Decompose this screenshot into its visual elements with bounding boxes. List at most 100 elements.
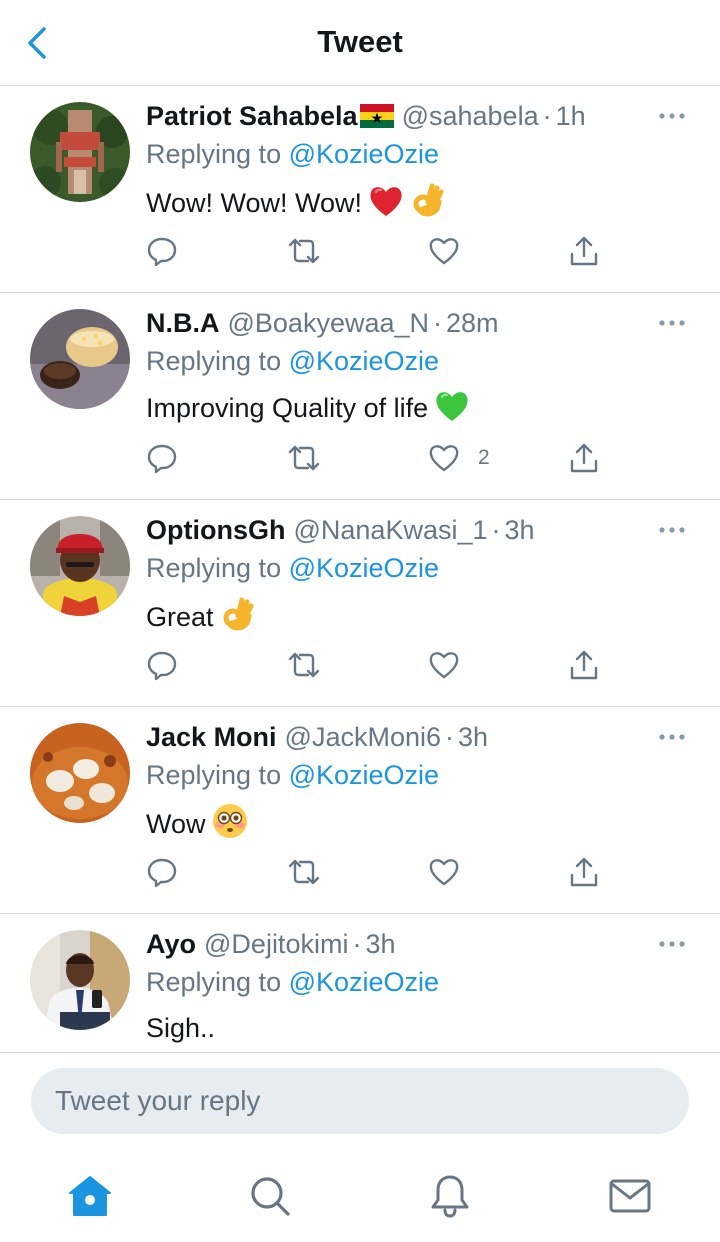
red-heart-emoji-icon (368, 184, 404, 227)
tweet-text: Wow (146, 809, 206, 839)
tweet-text-block: Improving Quality of life (146, 389, 470, 432)
like-button[interactable] (428, 648, 478, 682)
reply-button[interactable] (146, 234, 178, 268)
tab-notifications[interactable] (426, 1172, 474, 1220)
retweet-icon (288, 445, 320, 471)
reply-input[interactable] (31, 1068, 689, 1134)
avatar[interactable] (30, 102, 130, 202)
retweet-button[interactable] (286, 234, 322, 268)
share-button[interactable] (568, 855, 600, 889)
ok-hand-emoji-icon (220, 596, 254, 641)
more-horizontal-icon (659, 734, 685, 740)
tweet-item[interactable]: OptionsGh @NanaKwasi_1 · 3h Replying to @Ko… (0, 500, 720, 707)
timestamp: 3h (504, 515, 535, 545)
tweet-text-block: Sigh.. (146, 1010, 215, 1046)
green-heart-emoji-icon (434, 389, 470, 432)
ghana-flag-icon (359, 101, 394, 134)
share-icon (570, 650, 598, 680)
reply-icon (147, 858, 177, 888)
display-name[interactable]: Jack Moni (146, 722, 277, 752)
more-horizontal-icon (659, 941, 685, 947)
flushed-face-emoji-icon (212, 803, 248, 848)
mention-link[interactable]: @KozieOzie (289, 553, 439, 583)
heart-outline-icon (429, 859, 459, 886)
separator: · (433, 308, 443, 338)
avatar[interactable] (30, 309, 130, 409)
mention-link[interactable]: @KozieOzie (289, 346, 439, 376)
tweet-header: Ayo @Dejitokimi · 3h (146, 926, 630, 962)
tweet-text: Great (146, 602, 214, 632)
display-name[interactable]: Patriot Sahabela (146, 101, 358, 131)
home-icon (69, 1176, 111, 1216)
user-handle[interactable]: @sahabela (402, 101, 539, 131)
display-name[interactable]: Ayo (146, 929, 196, 959)
tweet-header: N.B.A @Boakyewaa_N · 28m (146, 305, 630, 341)
like-button[interactable]: 2 (428, 441, 490, 475)
heart-outline-icon (429, 652, 459, 679)
tab-search[interactable] (246, 1172, 294, 1220)
retweet-button[interactable] (286, 441, 322, 475)
timestamp: 3h (365, 929, 396, 959)
tweet-header: OptionsGh @NanaKwasi_1 · 3h (146, 512, 630, 548)
search-icon (251, 1177, 290, 1216)
reply-button[interactable] (146, 648, 178, 682)
reply-button[interactable] (146, 855, 178, 889)
separator: · (491, 515, 501, 545)
reply-icon (147, 651, 177, 681)
tweet-item[interactable]: Ayo @Dejitokimi · 3h Replying to @KozieOzie… (0, 914, 720, 1052)
timestamp: 1h (555, 101, 586, 131)
mail-icon (609, 1179, 651, 1213)
share-icon (570, 443, 598, 473)
user-handle[interactable]: @NanaKwasi_1 (293, 515, 487, 545)
more-options-button[interactable] (658, 313, 690, 333)
reply-icon (147, 444, 177, 474)
more-options-button[interactable] (658, 520, 690, 540)
more-horizontal-icon (659, 113, 685, 119)
share-button[interactable] (568, 441, 600, 475)
display-name[interactable]: OptionsGh (146, 515, 285, 545)
reply-button[interactable] (146, 441, 178, 475)
tab-messages[interactable] (606, 1172, 654, 1220)
retweet-button[interactable] (286, 855, 322, 889)
user-handle[interactable]: @JackMoni6 (285, 722, 441, 752)
tweet-item[interactable]: Patriot Sahabela @sahabela · 1h Replying to… (0, 86, 720, 293)
more-options-button[interactable] (658, 106, 690, 126)
separator: · (542, 101, 552, 131)
tweet-item[interactable]: Jack Moni @JackMoni6 · 3h Replying to @Kozi… (0, 707, 720, 914)
replying-to: Replying to @KozieOzie (146, 964, 439, 1000)
avatar[interactable] (30, 516, 130, 616)
user-handle[interactable]: @Boakyewaa_N (228, 308, 430, 338)
retweet-icon (288, 652, 320, 678)
tweet-header: Jack Moni @JackMoni6 · 3h (146, 719, 630, 755)
share-button[interactable] (568, 648, 600, 682)
more-options-button[interactable] (658, 934, 690, 954)
tweet-text-block: Great (146, 596, 254, 641)
user-handle[interactable]: @Dejitokimi (204, 929, 348, 959)
tab-home[interactable] (66, 1172, 114, 1220)
heart-outline-icon (429, 238, 459, 265)
tweet-item[interactable]: N.B.A @Boakyewaa_N · 28m Replying to @Kozie… (0, 293, 720, 500)
tweet-text-block: Wow (146, 803, 248, 848)
like-count: 2 (478, 446, 490, 469)
tweet-text: Sigh.. (146, 1013, 216, 1043)
more-horizontal-icon (659, 527, 685, 533)
tweet-text-block: Wow! Wow! Wow! (146, 182, 444, 227)
mention-link[interactable]: @KozieOzie (289, 139, 439, 169)
more-options-button[interactable] (658, 727, 690, 747)
timestamp: 3h (458, 722, 489, 752)
display-name[interactable]: N.B.A (146, 308, 220, 338)
page-title: Tweet (317, 24, 403, 59)
mention-link[interactable]: @KozieOzie (289, 760, 439, 790)
bottom-tab-bar (0, 1152, 720, 1242)
like-button[interactable] (428, 234, 478, 268)
avatar[interactable] (30, 930, 130, 1030)
reply-composer (0, 1052, 720, 1152)
mention-link[interactable]: @KozieOzie (289, 967, 439, 997)
avatar[interactable] (30, 723, 130, 823)
share-button[interactable] (568, 234, 600, 268)
heart-outline-icon (429, 445, 459, 472)
reply-icon (147, 237, 177, 267)
retweet-button[interactable] (286, 648, 322, 682)
replying-to: Replying to @KozieOzie (146, 550, 439, 586)
like-button[interactable] (428, 855, 478, 889)
